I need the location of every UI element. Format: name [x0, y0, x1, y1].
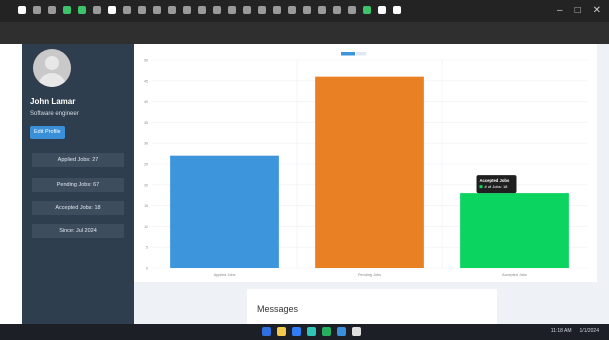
messages-panel: Messages	[247, 289, 497, 324]
stat-accepted-jobs[interactable]: Accepted Jobs: 18	[32, 201, 124, 215]
taskbar-app-icon[interactable]	[262, 327, 271, 336]
tab-icon[interactable]	[363, 6, 371, 14]
tab-icon[interactable]	[288, 6, 296, 14]
y-tick-label: 15	[144, 204, 148, 208]
y-tick-label: 35	[144, 121, 148, 125]
stat-member-since[interactable]: Since: Jul 2024	[32, 224, 124, 238]
tab-icon[interactable]	[333, 6, 341, 14]
tray-time: 11:18 AM	[550, 328, 572, 334]
tab-icon[interactable]	[48, 6, 56, 14]
system-tray: 11:18 AM 1/1/2024	[551, 328, 599, 334]
tab-icon[interactable]	[168, 6, 176, 14]
bar	[315, 76, 424, 268]
tooltip-swatch	[479, 185, 483, 189]
taskbar: 11:18 AM 1/1/2024	[0, 324, 609, 340]
tab-icon[interactable]	[348, 6, 356, 14]
messages-title: Messages	[257, 304, 299, 314]
y-tick-label: 10	[144, 225, 148, 229]
y-tick-label: 20	[144, 183, 148, 187]
stat-applied-jobs[interactable]: Applied Jobs: 27	[32, 153, 124, 167]
chart-card: 0 5 10 15 20 25 30 35 40 45 50 Applied Jobs Pending …	[134, 44, 597, 282]
tab-icon[interactable]	[123, 6, 131, 14]
tab-icon[interactable]	[243, 6, 251, 14]
avatar-head-icon	[45, 56, 59, 70]
taskbar-app-icon[interactable]	[322, 327, 331, 336]
tab-icon[interactable]	[138, 6, 146, 14]
stat-pending-jobs[interactable]: Pending Jobs: 67	[32, 178, 124, 192]
taskbar-app-icon[interactable]	[307, 327, 316, 336]
main-content: 0 5 10 15 20 25 30 35 40 45 50 Applied Jobs Pending …	[134, 44, 609, 324]
x-tick-label: Pending Jobs	[358, 273, 381, 277]
window-controls: – □ ✕	[557, 5, 601, 16]
edit-profile-button[interactable]: Edit Profile	[30, 126, 65, 139]
minimize-icon[interactable]: –	[557, 5, 563, 16]
taskbar-app-icon[interactable]	[292, 327, 301, 336]
profile-sidebar: John Lamar Software engineer Edit Profil…	[22, 44, 134, 324]
taskbar-app-icon[interactable]	[352, 327, 361, 336]
tab-icon[interactable]	[258, 6, 266, 14]
tab-icon[interactable]	[153, 6, 161, 14]
close-icon[interactable]: ✕	[593, 5, 601, 16]
tab-icon[interactable]	[33, 6, 41, 14]
y-tick-label: 25	[144, 163, 148, 167]
profile-name: John Lamar	[30, 97, 76, 106]
avatar-body-icon	[38, 73, 66, 87]
browser-tab-strip: – □ ✕	[0, 0, 609, 22]
tab-icon[interactable]	[18, 6, 26, 14]
y-tick-label: 45	[144, 79, 148, 83]
tab-icon[interactable]	[378, 6, 386, 14]
tab-icon[interactable]	[318, 6, 326, 14]
tab-icon[interactable]	[393, 6, 401, 14]
browser-chrome: – □ ✕ ← ↻ ⓘ ☆ ▦ ● ⋮	[0, 0, 609, 64]
tab-icon[interactable]	[108, 6, 116, 14]
address-bar: ← ↻ ⓘ ☆ ▦ ● ⋮	[0, 22, 609, 64]
bar	[460, 193, 569, 268]
y-tick-label: 50	[144, 59, 148, 63]
y-tick-label: 0	[146, 267, 148, 271]
tab-icon[interactable]	[93, 6, 101, 14]
tab-icon[interactable]	[213, 6, 221, 14]
tray-date: 1/1/2024	[579, 328, 599, 334]
tab-icon[interactable]	[198, 6, 206, 14]
legend-label-placeholder	[356, 52, 366, 56]
x-tick-label: Applied Jobs	[214, 273, 236, 277]
taskbar-app-icon[interactable]	[337, 327, 346, 336]
taskbar-app-icon[interactable]	[277, 327, 286, 336]
maximize-icon[interactable]: □	[575, 5, 581, 16]
tab-icons	[18, 6, 401, 14]
y-tick-label: 40	[144, 100, 148, 104]
avatar	[33, 49, 71, 87]
tab-icon[interactable]	[78, 6, 86, 14]
tooltip-value: # of Jobs: 18	[485, 184, 509, 189]
y-tick-label: 5	[146, 246, 148, 250]
legend-swatch	[341, 52, 355, 56]
taskbar-apps	[262, 327, 361, 336]
jobs-bar-chart: 0 5 10 15 20 25 30 35 40 45 50 Applied Jobs Pending …	[144, 52, 587, 277]
tab-icon[interactable]	[303, 6, 311, 14]
x-tick-label: Accepted Jobs	[502, 273, 527, 277]
y-tick-label: 30	[144, 142, 148, 146]
profile-role: Software engineer	[30, 111, 79, 117]
tab-icon[interactable]	[228, 6, 236, 14]
tab-icon[interactable]	[183, 6, 191, 14]
tab-icon[interactable]	[63, 6, 71, 14]
tooltip-title: Accepted Jobs	[480, 178, 510, 183]
tab-icon[interactable]	[273, 6, 281, 14]
bar	[170, 155, 279, 268]
